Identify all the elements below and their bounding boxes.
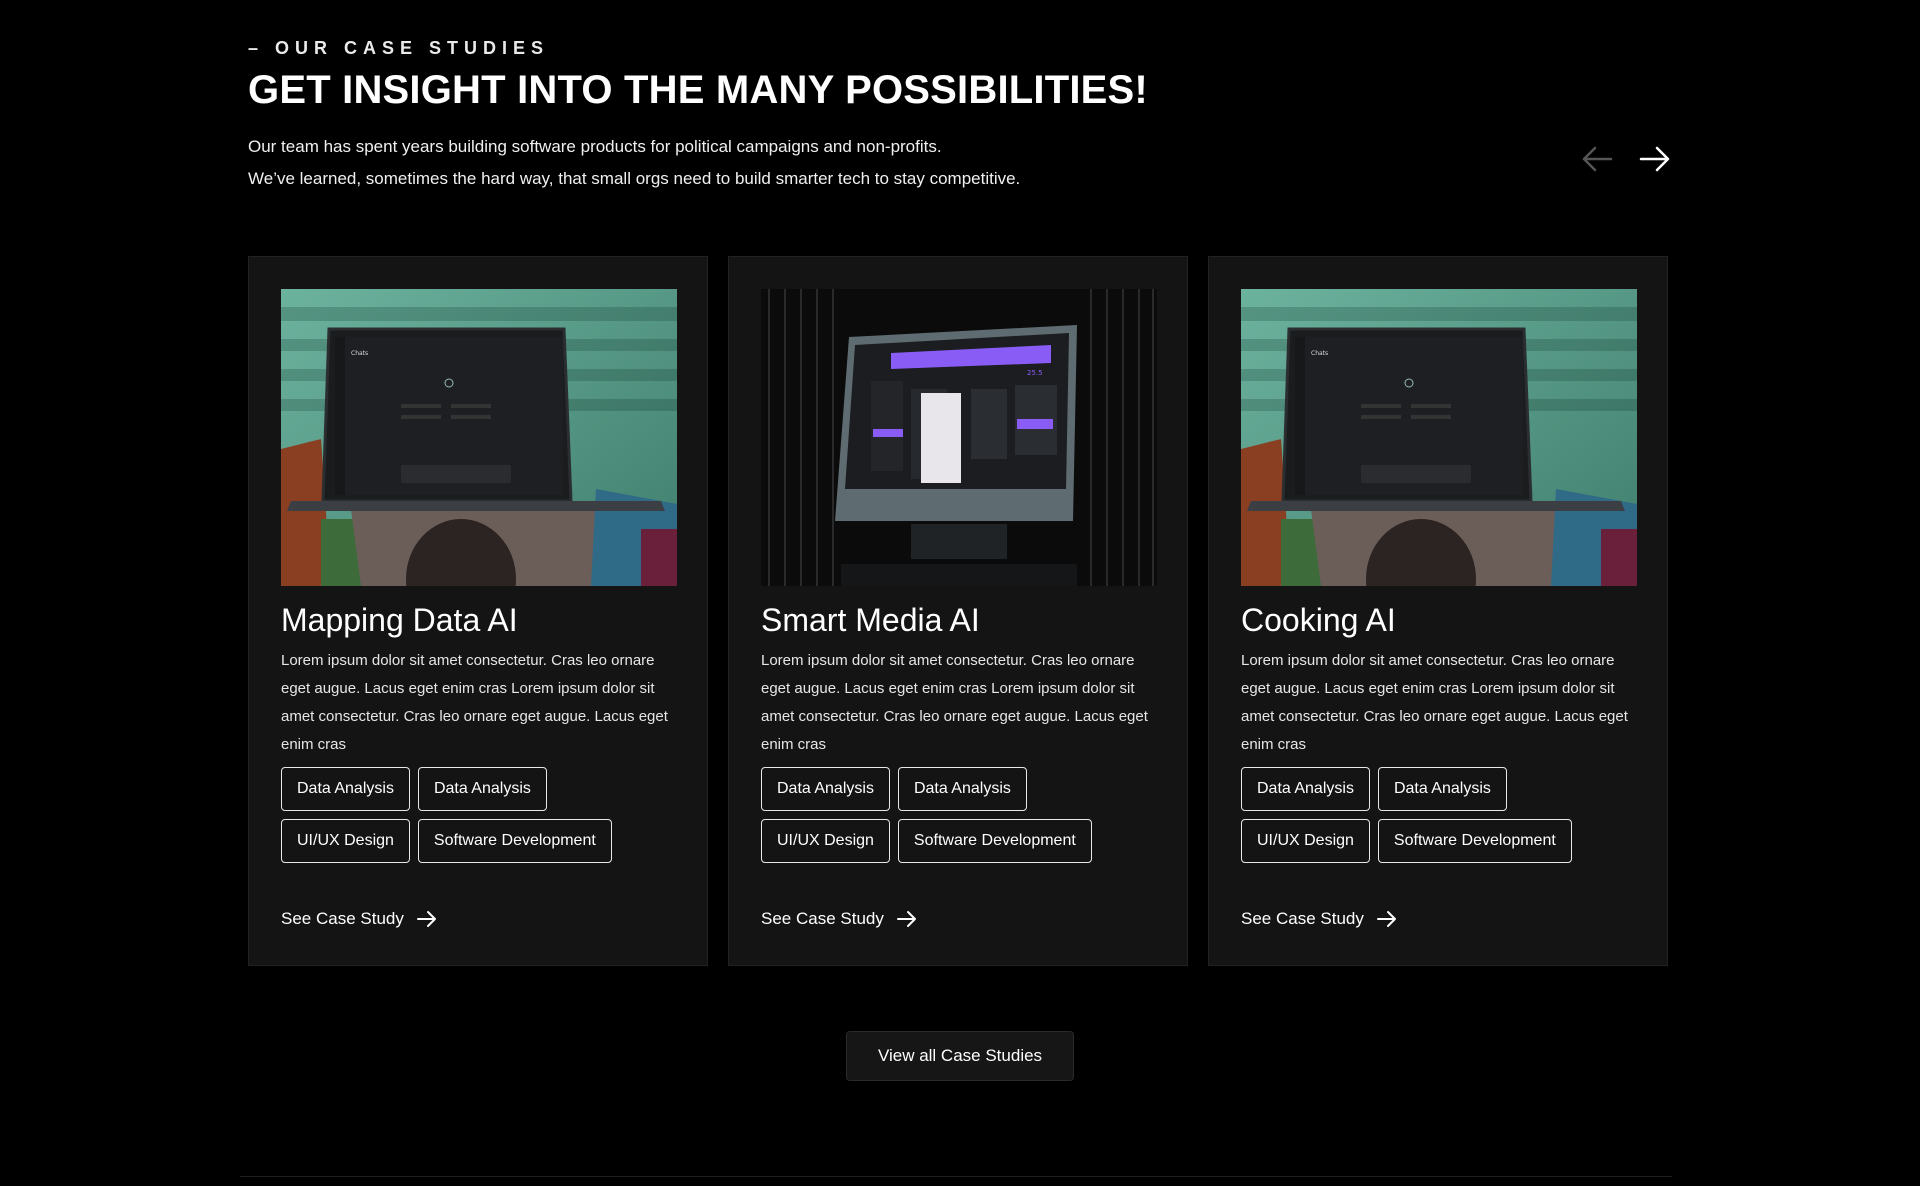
case-study-cards: Chats Mapping Data AI Lorem ipsum dolor … — [248, 256, 1668, 966]
tag: Software Development — [417, 819, 612, 863]
case-study-image: Chats — [281, 289, 677, 586]
section-title: GET INSIGHT INTO THE MANY POSSIBILITIES! — [248, 68, 1148, 112]
tag: Data Analysis — [281, 767, 410, 811]
svg-text:25.5: 25.5 — [1027, 369, 1043, 377]
tag-list: Data Analysis Data Analysis UI/UX Design… — [761, 767, 1157, 863]
cta-label: See Case Study — [281, 909, 404, 928]
case-study-card: Chats Cooking AI Lorem ipsum dolor sit a… — [1208, 256, 1668, 966]
screen-title: Chats — [1311, 350, 1328, 357]
see-case-study-link[interactable]: See Case Study — [761, 909, 918, 929]
case-studies-section: – OUR CASE STUDIES GET INSIGHT INTO THE … — [240, 0, 1672, 1186]
cta-label: See Case Study — [761, 909, 884, 928]
cta-label: See Case Study — [1241, 909, 1364, 928]
case-study-title: Smart Media AI — [761, 602, 980, 638]
tag: UI/UX Design — [761, 819, 890, 863]
tag: Data Analysis — [897, 767, 1027, 811]
case-study-image: 25.5 — [761, 289, 1157, 586]
case-study-card: Chats Mapping Data AI Lorem ipsum dolor … — [248, 256, 708, 966]
tag: UI/UX Design — [281, 819, 410, 863]
tag: Software Development — [897, 819, 1092, 863]
carousel-next-button[interactable] — [1638, 142, 1672, 176]
case-study-description: Lorem ipsum dolor sit amet consectetur. … — [1241, 652, 1628, 753]
view-all-case-studies-button[interactable]: View all Case Studies — [846, 1031, 1074, 1081]
section-eyebrow: – OUR CASE STUDIES — [248, 38, 550, 58]
see-case-study-link[interactable]: See Case Study — [1241, 909, 1398, 929]
see-case-study-link[interactable]: See Case Study — [281, 909, 438, 929]
tag: Data Analysis — [1377, 767, 1507, 811]
section-divider — [240, 1176, 1672, 1177]
case-study-title: Cooking AI — [1241, 602, 1396, 638]
intro-line-2: We’ve learned, sometimes the hard way, t… — [248, 169, 1021, 188]
tag-list: Data Analysis Data Analysis UI/UX Design… — [281, 767, 677, 863]
intro-line-1: Our team has spent years building softwa… — [248, 137, 942, 156]
tag: Data Analysis — [417, 767, 547, 811]
tag: Data Analysis — [1241, 767, 1370, 811]
arrow-right-icon — [896, 911, 916, 927]
case-study-card: 25.5 Smart Media AI Lorem ipsum dolor si… — [728, 256, 1188, 966]
arrow-left-icon — [1582, 146, 1613, 172]
screen-title: Chats — [351, 350, 368, 357]
arrow-right-icon — [416, 911, 436, 927]
section-intro: Our team has spent years building softwa… — [248, 131, 1020, 195]
arrow-right-icon — [1639, 146, 1670, 172]
case-study-image: Chats — [1241, 289, 1637, 586]
carousel-controls — [1580, 142, 1672, 176]
tag-list: Data Analysis Data Analysis UI/UX Design… — [1241, 767, 1637, 863]
tag: Data Analysis — [761, 767, 890, 811]
tag: Software Development — [1377, 819, 1572, 863]
case-study-title: Mapping Data AI — [281, 602, 518, 638]
case-study-description: Lorem ipsum dolor sit amet consectetur. … — [281, 652, 668, 753]
carousel-prev-button[interactable] — [1580, 142, 1614, 176]
case-study-description: Lorem ipsum dolor sit amet consectetur. … — [761, 652, 1148, 753]
tag: UI/UX Design — [1241, 819, 1370, 863]
arrow-right-icon — [1376, 911, 1396, 927]
